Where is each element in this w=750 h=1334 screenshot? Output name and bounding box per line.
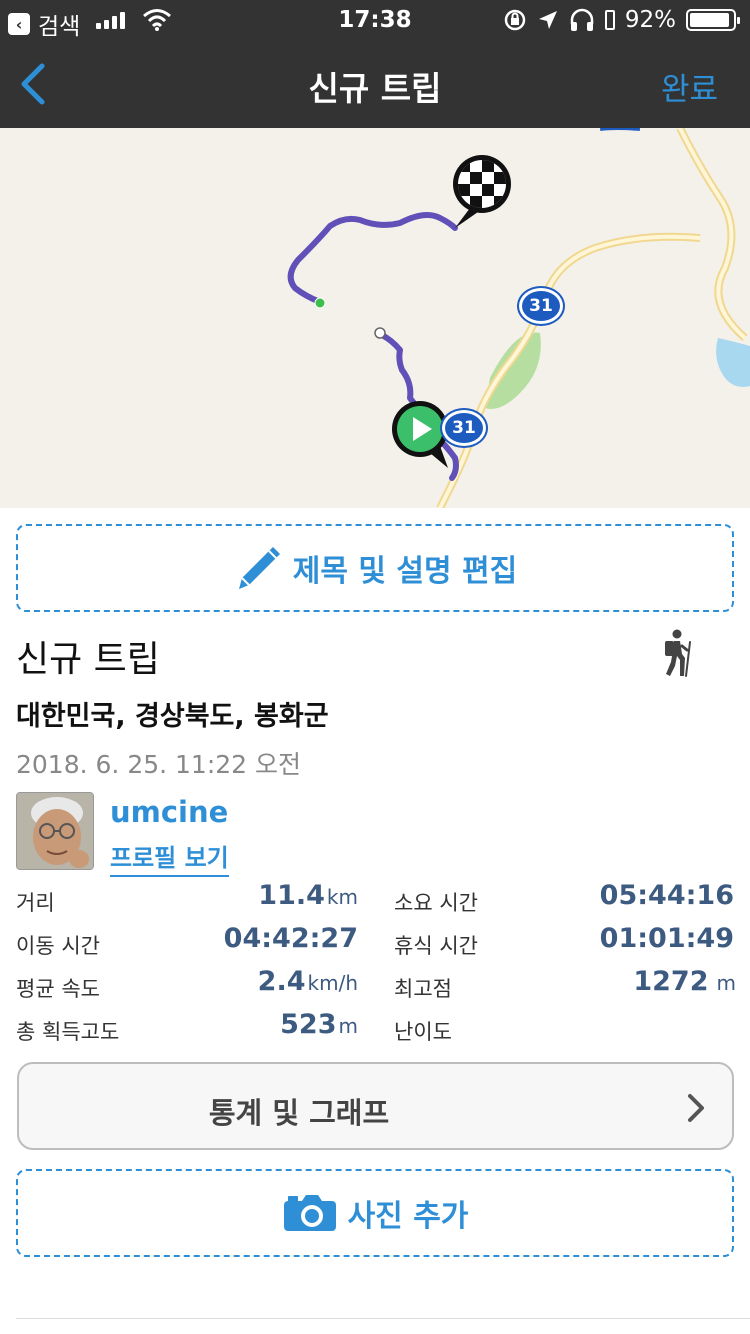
stat-label-max-elevation: 최고점 bbox=[394, 977, 452, 1001]
route-point-icon bbox=[374, 327, 386, 339]
stat-unit: m bbox=[338, 1014, 358, 1038]
map-canvas bbox=[287, 128, 750, 508]
view-profile-link[interactable]: 프로필 보기 bbox=[110, 838, 229, 877]
stat-label-distance: 거리 bbox=[16, 891, 55, 915]
stat-label-rest-time: 휴식 시간 bbox=[394, 934, 478, 958]
edit-button-label: 제목 및 설명 편집 bbox=[292, 554, 518, 589]
stat-label-difficulty: 난이도 bbox=[394, 1020, 452, 1044]
stat-label-avg-speed: 평균 속도 bbox=[16, 977, 100, 1001]
stat-number: 523 bbox=[280, 1009, 337, 1040]
stats-button-label: 통계 및 그래프 bbox=[208, 1096, 390, 1130]
stat-value-rest-time: 01:01:49 bbox=[599, 923, 734, 954]
route-point-icon bbox=[314, 297, 326, 309]
location-arrow-icon bbox=[538, 11, 557, 29]
pencil-icon bbox=[238, 547, 280, 589]
route-31-shield-upper: 31 bbox=[519, 288, 563, 324]
battery-fill bbox=[690, 13, 729, 27]
avatar[interactable] bbox=[16, 792, 94, 870]
hiker-icon bbox=[665, 629, 691, 677]
headphones-icon bbox=[570, 8, 594, 31]
camera-icon bbox=[283, 1195, 336, 1231]
route-line bbox=[287, 211, 458, 305]
road bbox=[676, 128, 748, 342]
add-photo-label: 사진 추가 bbox=[347, 1199, 469, 1234]
forest-area bbox=[485, 332, 541, 409]
stat-value-avg-speed: 2.4 km/h bbox=[180, 966, 358, 997]
water-area bbox=[716, 338, 750, 387]
stat-unit: km/h bbox=[307, 971, 358, 995]
stat-unit: m bbox=[716, 971, 736, 995]
done-button[interactable]: 완료 bbox=[661, 64, 718, 109]
stat-value-total-time: 05:44:16 bbox=[599, 880, 734, 911]
route-map[interactable]: 31 31 bbox=[0, 128, 750, 508]
battery-icon bbox=[686, 9, 740, 31]
stat-value-max-elevation: 1272 m bbox=[540, 966, 736, 997]
stat-label-elevation-gain: 총 획득고도 bbox=[16, 1020, 120, 1044]
status-bar: ‹ 검색 17:38 92% bbox=[0, 0, 750, 40]
stat-value-distance: 11.4 km bbox=[180, 880, 358, 911]
trip-title: 신규 트립 bbox=[16, 639, 160, 680]
stat-unit: km bbox=[326, 885, 358, 909]
divider bbox=[16, 1318, 750, 1319]
stat-value-moving-time: 04:42:27 bbox=[223, 923, 358, 954]
navigation-bar: 신규 트립 완료 bbox=[0, 40, 750, 128]
charging-icon bbox=[604, 10, 615, 30]
route-31-shield-lower: 31 bbox=[442, 410, 486, 446]
trip-date: 2018. 6. 25. 11:22 오전 bbox=[16, 750, 302, 779]
orientation-lock-icon bbox=[504, 9, 526, 31]
stat-label-moving-time: 이동 시간 bbox=[16, 934, 100, 958]
checkered-flag-icon[interactable] bbox=[453, 155, 511, 228]
avatar-image bbox=[17, 793, 93, 869]
add-photo-button[interactable]: 사진 추가 bbox=[16, 1169, 734, 1257]
stat-number: 2.4 bbox=[257, 966, 306, 997]
stat-value-elevation-gain: 523 m bbox=[180, 1009, 358, 1040]
road bbox=[541, 232, 701, 300]
stats-graphs-button[interactable]: 통계 및 그래프 bbox=[17, 1062, 734, 1150]
trip-location: 대한민국, 경상북도, 봉화군 bbox=[16, 701, 329, 732]
play-icon[interactable] bbox=[392, 401, 448, 468]
battery-percent: 92% bbox=[624, 7, 676, 33]
nav-title: 신규 트립 bbox=[308, 69, 442, 108]
edit-title-description-button[interactable]: 제목 및 설명 편집 bbox=[16, 524, 734, 612]
chevron-right-icon bbox=[688, 1094, 704, 1122]
stat-label-total-time: 소요 시간 bbox=[394, 891, 478, 915]
stat-number: 1272 bbox=[633, 966, 709, 997]
username[interactable]: umcine bbox=[110, 795, 228, 829]
stat-number: 11.4 bbox=[258, 880, 325, 911]
